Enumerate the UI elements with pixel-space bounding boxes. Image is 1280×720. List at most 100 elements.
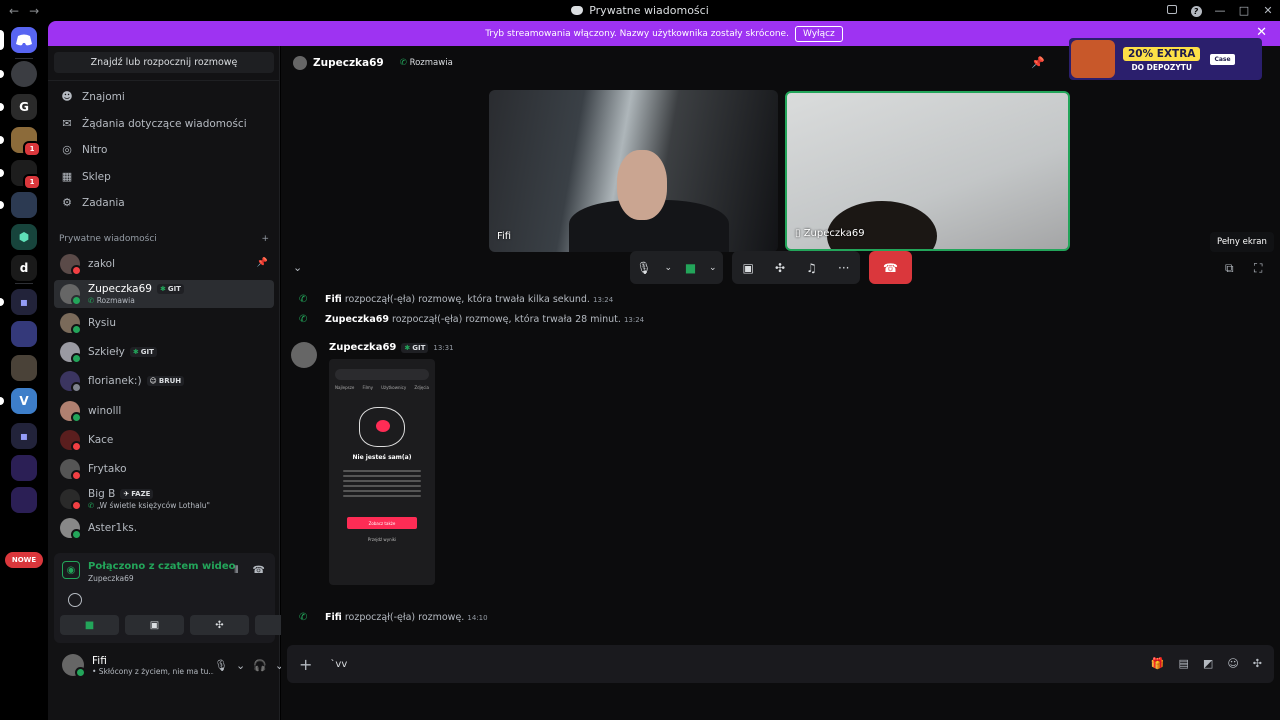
disconnect-icon[interactable]: ☎ (253, 565, 265, 576)
menu-message-requests[interactable]: ✉ Żądania dotyczące wiadomości (54, 111, 274, 136)
gif-icon[interactable]: ▤ (1179, 657, 1189, 670)
server-avatar-2[interactable]: 1 (0, 127, 41, 157)
help-icon[interactable]: ? (1184, 4, 1208, 17)
message-composer[interactable]: + `vv 🎁 ▤ ◩ ☺ ✣ (287, 645, 1274, 683)
soundboard-icon[interactable]: ♫ (806, 261, 817, 275)
menu-shop[interactable]: ▦ Sklep (54, 164, 274, 189)
dm-item-zupeczka69[interactable]: Zupeczka69 ✱ GIT ✆ Rozmawia (54, 280, 274, 308)
activity-ring-icon[interactable] (68, 593, 82, 607)
dm-item-winolll[interactable]: winolll (54, 397, 274, 425)
user-avatar[interactable] (62, 654, 86, 678)
message-avatar[interactable] (291, 342, 317, 368)
end-call-button[interactable]: ☎ (869, 251, 912, 284)
menu-nitro[interactable]: ◎ Nitro (54, 137, 274, 162)
activity-controls: ▣ ✣ ♫ ··· (732, 251, 860, 284)
header-username[interactable]: Zupeczka69 (313, 57, 384, 69)
video-tile-fifi[interactable]: Fifi (489, 90, 778, 252)
dm-item-frytako[interactable]: Frytako (54, 455, 274, 483)
popout-icon[interactable]: ⧉ (1225, 261, 1234, 276)
apps-icon[interactable]: ✣ (1253, 657, 1262, 670)
server-letter[interactable]: d (11, 255, 37, 281)
new-badge[interactable]: NOWE (5, 552, 43, 568)
heart-illustration-icon (359, 407, 405, 447)
menu-quests[interactable]: ⚙ Zadania (54, 190, 274, 215)
video-tile-zupeczka69[interactable]: ▯ Zupeczka69 (785, 91, 1070, 251)
fullscreen-icon[interactable]: ⛶ (1254, 261, 1262, 276)
minimize-icon[interactable]: — (1208, 4, 1232, 17)
voice-status-title[interactable]: Połączono z czatem wideo (88, 561, 236, 572)
gift-icon[interactable]: 🎁 (1151, 657, 1165, 670)
screen-share-icon: ▣ (149, 619, 160, 631)
server-palm[interactable]: 1 (0, 160, 41, 190)
server-avatar-4[interactable]: ⬢ (11, 224, 37, 250)
maximize-icon[interactable]: □ (1232, 4, 1256, 17)
server-avatar-5[interactable] (11, 321, 37, 347)
chevron-down-icon[interactable]: ⌄ (236, 659, 245, 672)
server-olympic-1[interactable] (11, 455, 37, 481)
server-avatar-3[interactable] (0, 192, 37, 218)
discord-icon (16, 34, 32, 46)
forward-arrow-icon[interactable]: → (29, 4, 39, 18)
main-call-view: Zupeczka69 ✆ Rozmawia 📌 20% EXTRA DO DEP… (281, 38, 1280, 720)
chevron-down-icon[interactable]: ⌄ (664, 263, 672, 273)
screen-share-icon[interactable]: ▣ (743, 261, 754, 275)
user-name[interactable]: Fifi (92, 655, 214, 667)
pin-icon[interactable]: 📌 (257, 258, 268, 268)
server-olympic-2[interactable] (11, 487, 37, 513)
clan-tag: ✱ GIT (156, 284, 184, 294)
dm-search-button[interactable]: Znajdź lub rozpocznij rozmowę (54, 52, 274, 73)
server-g[interactable]: G (0, 94, 37, 120)
home-button[interactable] (0, 27, 37, 53)
close-window-icon[interactable]: ✕ (1256, 4, 1280, 17)
camera-icon[interactable]: ■ (685, 261, 696, 275)
dm-item-szkiely[interactable]: Szkiełу ✱ GIT (54, 338, 274, 366)
signal-icon[interactable]: ◉ (62, 561, 80, 579)
message-author[interactable]: Zupeczka69 (329, 342, 396, 353)
ad-offer-line2: DO DEPOZYTU (1131, 62, 1192, 72)
discord-logo-icon (571, 6, 584, 15)
dm-item-zakol[interactable]: zakol 📌 (54, 250, 274, 278)
emoji-icon[interactable]: ☺ (1227, 657, 1238, 670)
screenshot-attachment[interactable]: Najlepsze Filmy Użytkownicy Zdjęcia Nie … (329, 359, 435, 585)
microphone-icon[interactable]: 🎙 (214, 659, 228, 672)
sticker-icon[interactable]: ◩ (1203, 657, 1213, 670)
avatar (60, 342, 82, 364)
activities-icon[interactable]: ✣ (775, 261, 785, 275)
camera-button[interactable]: ■ (60, 615, 119, 635)
collapse-chevron-icon[interactable]: ⌄ (293, 261, 302, 274)
server-v[interactable]: V (0, 388, 37, 414)
dm-item-florianek[interactable]: florianek:) ☺ BRUH (54, 367, 274, 395)
chevron-down-icon[interactable]: ⌄ (709, 263, 717, 273)
noise-suppression-icon[interactable]: ⦀ (234, 565, 238, 576)
microphone-icon[interactable]: 🎙 (636, 261, 651, 275)
menu-friends[interactable]: ☻ Znajomi (54, 84, 274, 109)
dm-item-rysiu[interactable]: Rysiu (54, 309, 274, 337)
folder-icon-2[interactable]: ▪ (11, 423, 37, 449)
treasure-chest-image (1071, 40, 1115, 78)
activities-button[interactable]: ✣ (190, 615, 249, 635)
avatar (60, 430, 82, 452)
advertisement-banner[interactable]: 20% EXTRA DO DEPOZYTU Case (1069, 38, 1262, 80)
folder-icon[interactable]: ▪ (0, 289, 37, 315)
add-attachment-icon[interactable]: + (299, 655, 312, 674)
dm-item-aster1ks[interactable]: Aster1ks. (54, 514, 274, 542)
create-dm-icon[interactable]: + (261, 234, 269, 244)
share-screen-button[interactable]: ▣ (125, 615, 184, 635)
back-arrow-icon[interactable]: ← (9, 4, 19, 18)
headphones-icon[interactable]: 🎧 (253, 659, 267, 672)
dm-item-kace[interactable]: Kace (54, 426, 274, 454)
server-avatar-1[interactable] (0, 61, 37, 87)
avatar (60, 489, 82, 511)
message-input[interactable]: `vv (330, 659, 347, 670)
dm-item-big-b[interactable]: Big B ✈ FAZE ✆ „W świetle księżyców Lothal… (54, 485, 274, 513)
call-log-message: ✆ Fifi rozpoczął(-ęła) rozmowę. 14:10 (299, 612, 488, 623)
server-avatar-6[interactable] (11, 355, 37, 381)
clan-tag: ✈ FAZE (120, 489, 154, 499)
phone-icon: ✆ (88, 296, 95, 305)
disable-streamer-mode-button[interactable]: Wyłącz (794, 25, 843, 42)
header-call-status: Rozmawia (409, 58, 453, 68)
user-panel: Fifi • Skłócony z życiem, nie ma tu... 🎙… (48, 646, 302, 684)
pinned-messages-icon[interactable]: 📌 (1031, 56, 1045, 69)
more-options-icon[interactable]: ··· (838, 261, 849, 275)
inbox-icon[interactable] (1160, 4, 1184, 17)
